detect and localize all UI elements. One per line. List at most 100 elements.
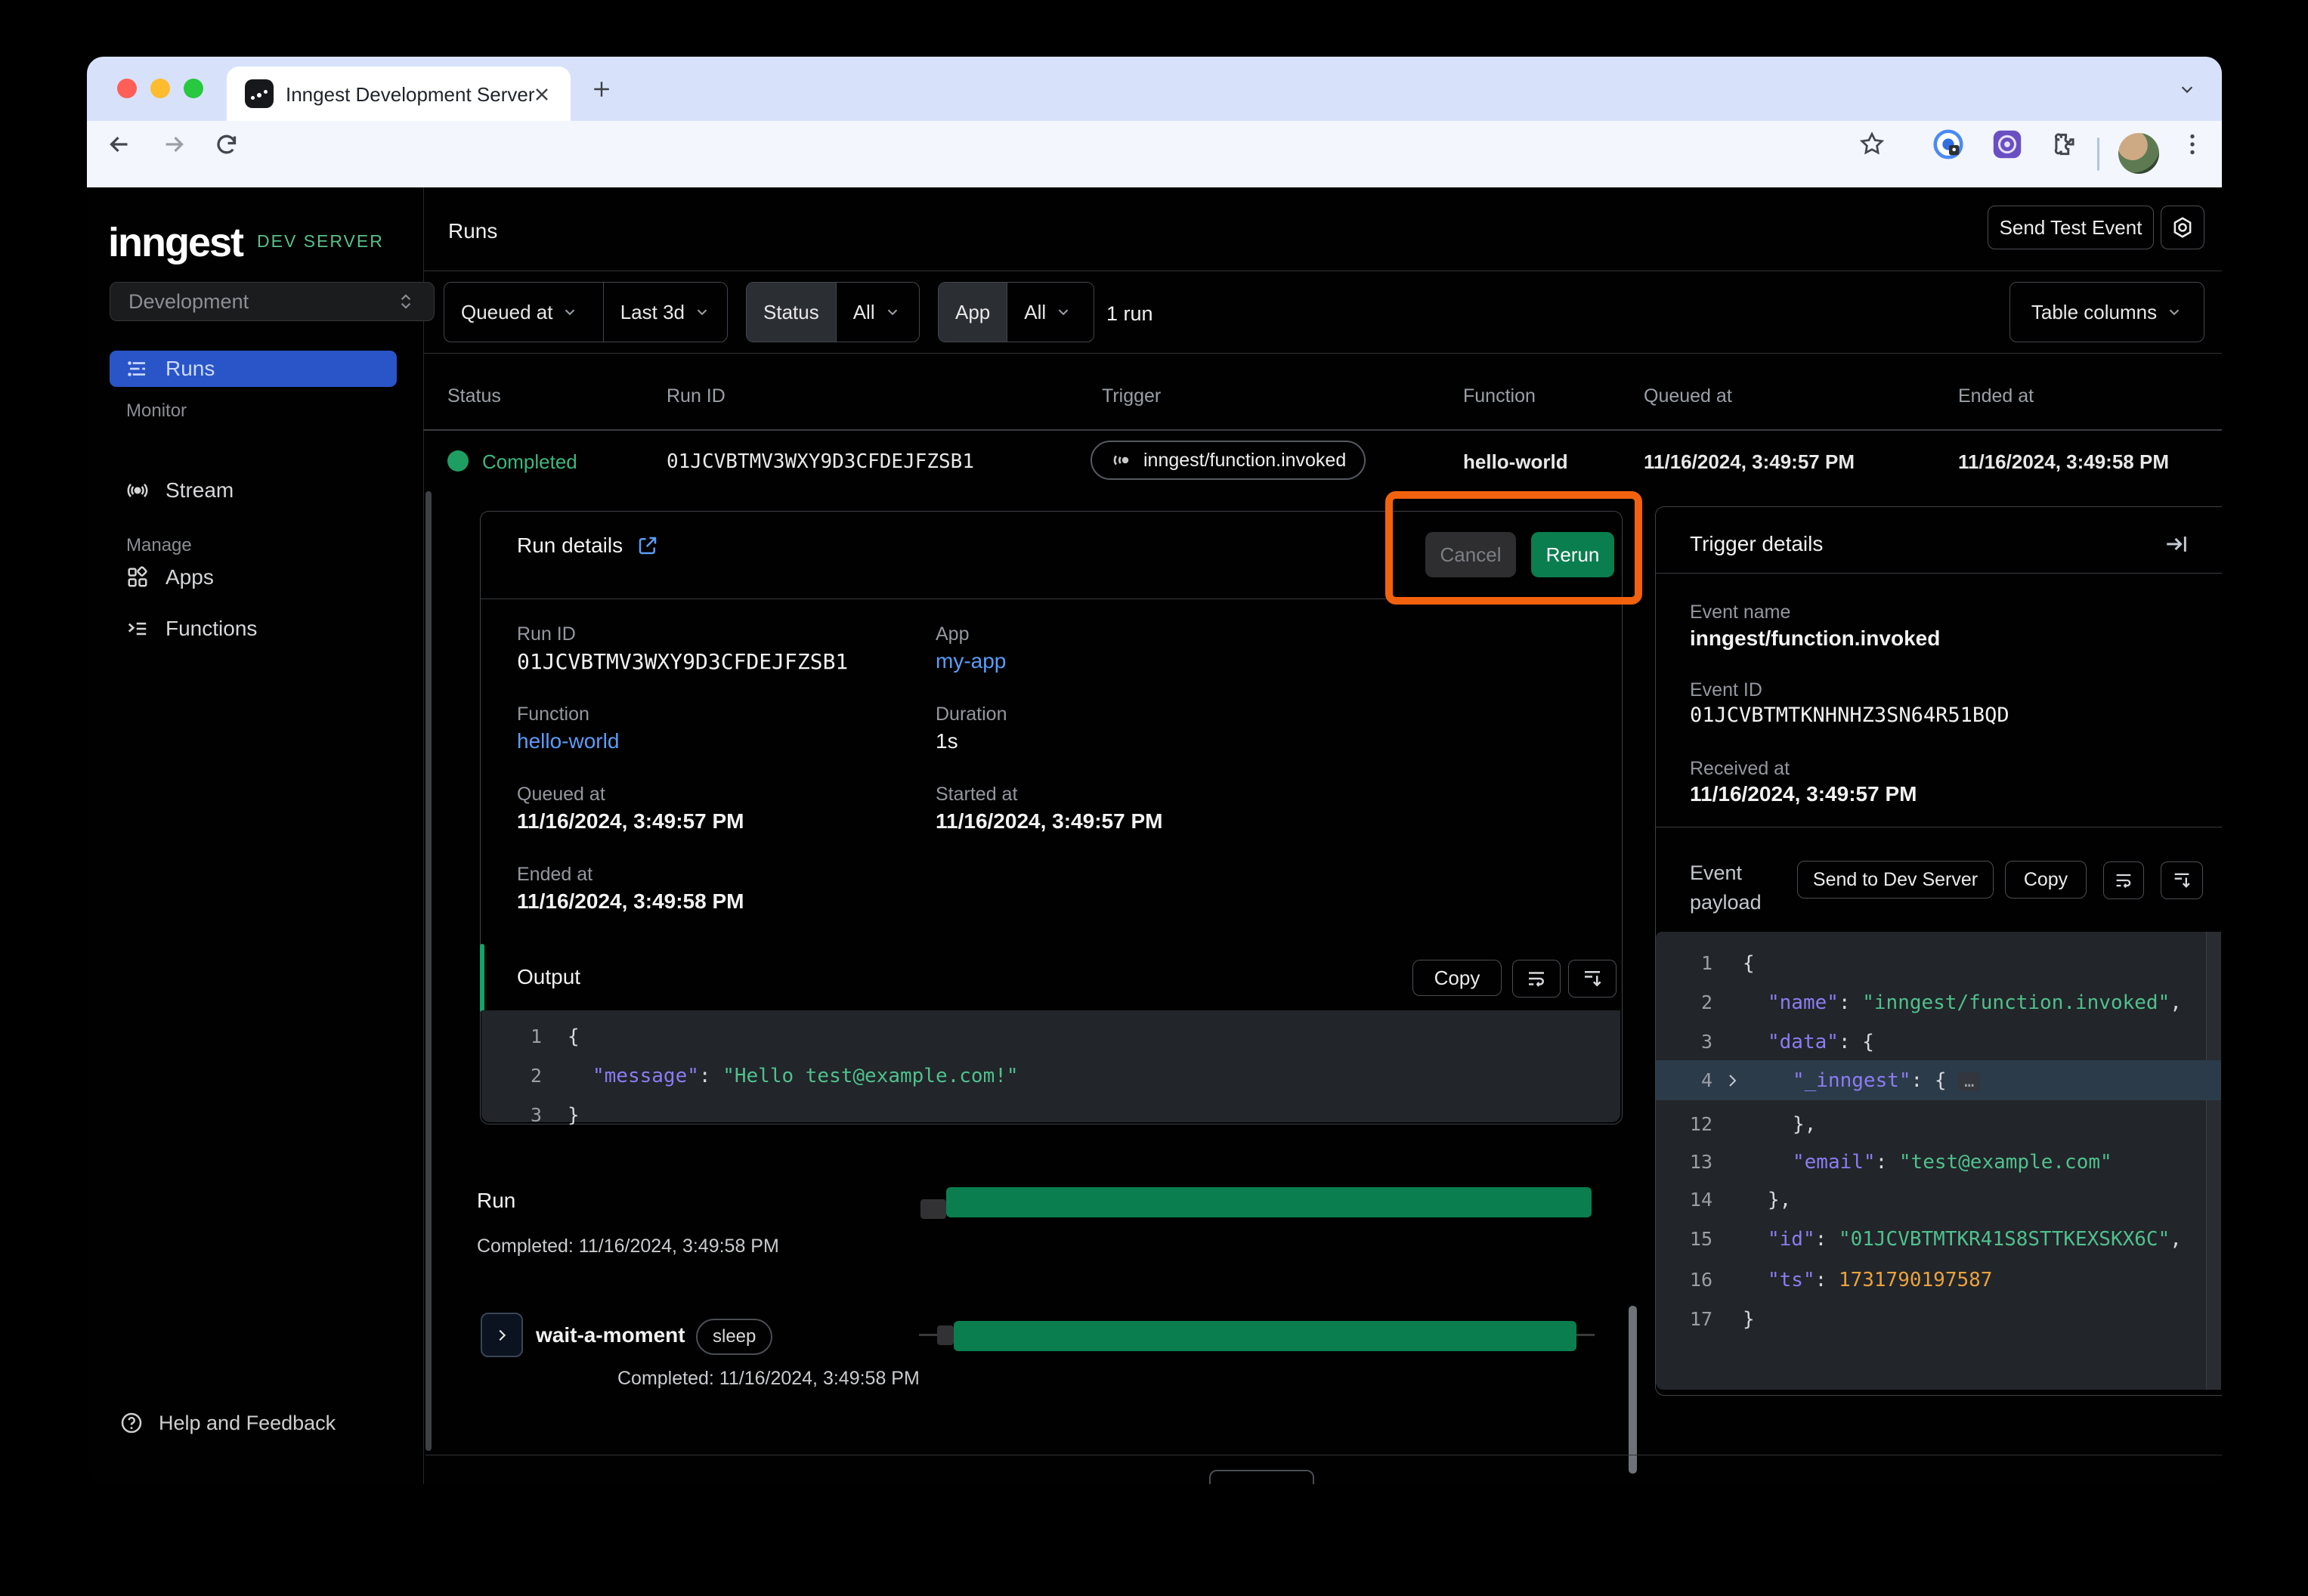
sidebar-item-apps[interactable]: Apps: [110, 559, 397, 595]
new-tab-icon[interactable]: [592, 79, 611, 99]
code-line: "data": {: [1712, 1031, 1874, 1053]
password-manager-icon[interactable]: [1931, 127, 1966, 162]
received-at-value: 11/16/2024, 3:49:57 PM: [1690, 782, 1917, 806]
code-line: },: [1712, 1113, 1816, 1136]
help-icon: [119, 1411, 144, 1435]
queued-at-filter[interactable]: Queued at Last 3d: [444, 282, 728, 342]
line-number: 17: [1656, 1308, 1712, 1330]
field-label: App: [936, 623, 969, 645]
event-payload-label: Event payload: [1690, 858, 1762, 917]
help-and-feedback[interactable]: Help and Feedback: [119, 1411, 336, 1435]
window-zoom-button[interactable]: [184, 79, 203, 98]
payload-scroll-bottom-button[interactable]: [2161, 861, 2203, 899]
sidebar-item-label: Apps: [166, 565, 214, 589]
browser-tab[interactable]: Inngest Development Server: [227, 66, 571, 121]
output-copy-button[interactable]: Copy: [1412, 960, 1502, 996]
scroll-bottom-icon: [2171, 870, 2192, 891]
scroll-bottom-icon: [1581, 967, 1604, 990]
sidebar-item-runs[interactable]: Runs: [110, 351, 397, 387]
scroll-to-bottom-button[interactable]: [1568, 960, 1617, 998]
apps-icon: [126, 566, 149, 589]
sidebar-item-functions[interactable]: Functions: [110, 611, 397, 647]
timeline-step-bar[interactable]: [954, 1321, 1576, 1351]
sidebar-section-monitor: Monitor: [126, 401, 187, 422]
code-line: }: [542, 1104, 580, 1127]
row-status: Completed: [482, 450, 577, 474]
payload-scrollbar-gutter[interactable]: [2206, 932, 2221, 1390]
step-expand-button[interactable]: [481, 1313, 523, 1357]
code-line: "name": "inngest/function.invoked",: [1712, 991, 2182, 1014]
row-trigger-label: inngest/function.invoked: [1143, 450, 1346, 472]
timeline-step-queue-block: [937, 1325, 954, 1345]
extension-app-icon[interactable]: [1990, 127, 2025, 162]
word-wrap-button[interactable]: [1512, 960, 1561, 998]
field-label: Received at: [1690, 758, 1790, 780]
timeline-scrollbar[interactable]: [1629, 1306, 1637, 1474]
page-title: Runs: [448, 219, 497, 243]
row-trigger-pill[interactable]: inngest/function.invoked: [1091, 441, 1366, 480]
inngest-logo: inngest: [108, 219, 243, 266]
chevron-down-icon: [2166, 304, 2183, 320]
send-to-dev-server-button[interactable]: Send to Dev Server: [1797, 861, 1994, 899]
fold-chevron-icon[interactable]: [1723, 1072, 1741, 1090]
output-title: Output: [517, 965, 580, 989]
details-scrollbar[interactable]: [425, 491, 432, 1451]
col-queued-at: Queued at: [1644, 385, 1732, 407]
menu-kebab-icon[interactable]: [2179, 131, 2206, 158]
inngest-app: inngest DEV SERVER Development Monitor R…: [87, 187, 2222, 1484]
copy-label: Copy: [2024, 869, 2068, 891]
code-line: "id": "01JCVBTMTKR41S8STTKEXSKX6C",: [1712, 1228, 2182, 1251]
settings-button[interactable]: [2161, 206, 2204, 249]
window-minimize-button[interactable]: [150, 79, 170, 98]
tab-search-chevron-icon[interactable]: [2179, 81, 2195, 97]
bookmark-star-icon[interactable]: [1858, 130, 1886, 157]
field-value-function-link[interactable]: hello-world: [517, 729, 619, 753]
sidebar-section-manage: Manage: [126, 535, 192, 556]
reload-icon[interactable]: [213, 131, 240, 158]
event-payload-label-line2: payload: [1690, 888, 1762, 917]
send-test-event-label: Send Test Event: [2000, 216, 2142, 240]
row-run-id: 01JCVBTMV3WXY9D3CFDEJFZSB1: [667, 450, 974, 473]
status-filter[interactable]: Status All: [746, 282, 920, 342]
environment-selector[interactable]: Development: [110, 282, 435, 321]
table-columns-button[interactable]: Table columns: [2009, 282, 2204, 342]
line-number: 4: [1656, 1069, 1712, 1091]
chevron-down-icon: [562, 304, 578, 320]
status-dot: [447, 450, 469, 472]
sidebar-item-stream[interactable]: Stream: [110, 472, 397, 509]
table-row[interactable]: Completed 01JCVBTMV3WXY9D3CFDEJFZSB1 inn…: [423, 431, 2222, 500]
send-to-dev-server-label: Send to Dev Server: [1813, 869, 1978, 891]
forward-icon[interactable]: [160, 131, 187, 158]
line-number: 3: [481, 1104, 542, 1126]
main-panel: Runs Send Test Event Queued at Last 3d S…: [423, 187, 2222, 1484]
window-close-button[interactable]: [117, 79, 137, 98]
payload-copy-button[interactable]: Copy: [2005, 861, 2087, 899]
trigger-details-panel: Trigger details Event name inngest/funct…: [1655, 506, 2222, 1396]
field-label: Function: [517, 704, 589, 725]
extensions-puzzle-icon[interactable]: [2050, 130, 2079, 159]
word-wrap-icon: [1525, 967, 1548, 990]
output-code-block: 1{ 2"message": "Hello test@example.com!"…: [481, 1010, 1620, 1122]
external-link-icon[interactable]: [636, 534, 659, 557]
app-filter-value: All: [1024, 301, 1046, 324]
step-type-badge: sleep: [696, 1319, 772, 1355]
field-value-app-link[interactable]: my-app: [936, 649, 1006, 673]
payload-word-wrap-button[interactable]: [2103, 861, 2144, 899]
row-function: hello-world: [1463, 450, 1568, 474]
pagination-button-cutoff[interactable]: [1209, 1470, 1314, 1484]
collapse-panel-icon[interactable]: [2164, 531, 2189, 557]
app-filter[interactable]: App All: [938, 282, 1094, 342]
back-icon[interactable]: [106, 131, 133, 158]
col-trigger: Trigger: [1102, 385, 1161, 407]
send-test-event-button[interactable]: Send Test Event: [1988, 206, 2154, 249]
event-payload-code-block: 1{ 2"name": "inngest/function.invoked", …: [1656, 932, 2221, 1390]
tab-close-icon[interactable]: [533, 85, 551, 104]
code-line-collapsed[interactable]: "_inngest": { …: [1741, 1069, 1980, 1092]
line-number: 2: [481, 1065, 542, 1087]
profile-avatar[interactable]: [2118, 133, 2159, 174]
tab-title: Inngest Development Server: [286, 83, 535, 107]
table-columns-label: Table columns: [2031, 301, 2157, 324]
event-id-value: 01JCVBTMTKNHNHZ3SN64R51BQD: [1690, 704, 2009, 727]
event-name-value: inngest/function.invoked: [1690, 626, 1940, 651]
timeline-run-bar[interactable]: [946, 1187, 1592, 1217]
